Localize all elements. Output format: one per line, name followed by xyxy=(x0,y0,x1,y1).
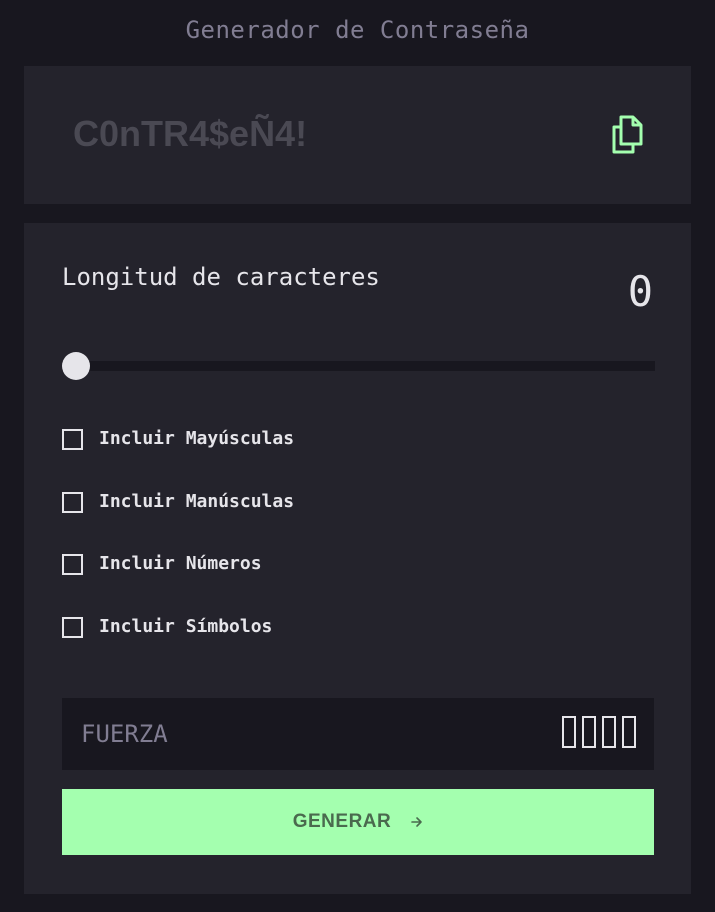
option-uppercase-label: Incluir Mayúsculas xyxy=(99,428,295,449)
option-numbers-label: Incluir Números xyxy=(99,553,262,574)
strength-meter: FUERZA xyxy=(62,698,654,770)
generate-label: GENERAR xyxy=(292,811,392,832)
password-panel: C0nTR4$eÑ4! xyxy=(24,66,691,204)
copy-button[interactable] xyxy=(608,114,648,156)
strength-bar xyxy=(622,716,636,748)
strength-label: FUERZA xyxy=(81,720,168,748)
length-label: Longitud de caracteres xyxy=(62,263,380,291)
option-numbers[interactable]: Incluir Números xyxy=(62,551,262,577)
option-symbols-label: Incluir Símbolos xyxy=(99,616,273,637)
strength-bar xyxy=(562,716,576,748)
checkbox-lowercase[interactable] xyxy=(62,491,83,513)
app-title: Generador de Contraseña xyxy=(185,16,530,44)
checkbox-uppercase[interactable] xyxy=(62,428,83,450)
arrow-right-icon xyxy=(411,816,423,828)
password-display: C0nTR4$eÑ4! xyxy=(73,113,308,154)
slider-thumb[interactable] xyxy=(62,352,90,380)
option-symbols[interactable]: Incluir Símbolos xyxy=(62,614,272,640)
length-value: 0 xyxy=(627,267,653,316)
checkbox-symbols[interactable] xyxy=(62,616,83,638)
option-lowercase-label: Incluir Manúsculas xyxy=(99,491,295,512)
checkbox-numbers[interactable] xyxy=(62,553,83,575)
copy-icon xyxy=(612,115,643,154)
settings-panel: Longitud de caracteres 0 Incluir Mayúscu… xyxy=(24,223,691,894)
strength-bar xyxy=(582,716,596,748)
option-uppercase[interactable]: Incluir Mayúsculas xyxy=(62,426,294,452)
strength-bar xyxy=(602,716,616,748)
option-lowercase[interactable]: Incluir Manúsculas xyxy=(62,489,294,515)
generate-button[interactable]: GENERAR xyxy=(62,789,654,855)
length-slider[interactable] xyxy=(62,352,655,380)
strength-bars xyxy=(562,716,636,748)
